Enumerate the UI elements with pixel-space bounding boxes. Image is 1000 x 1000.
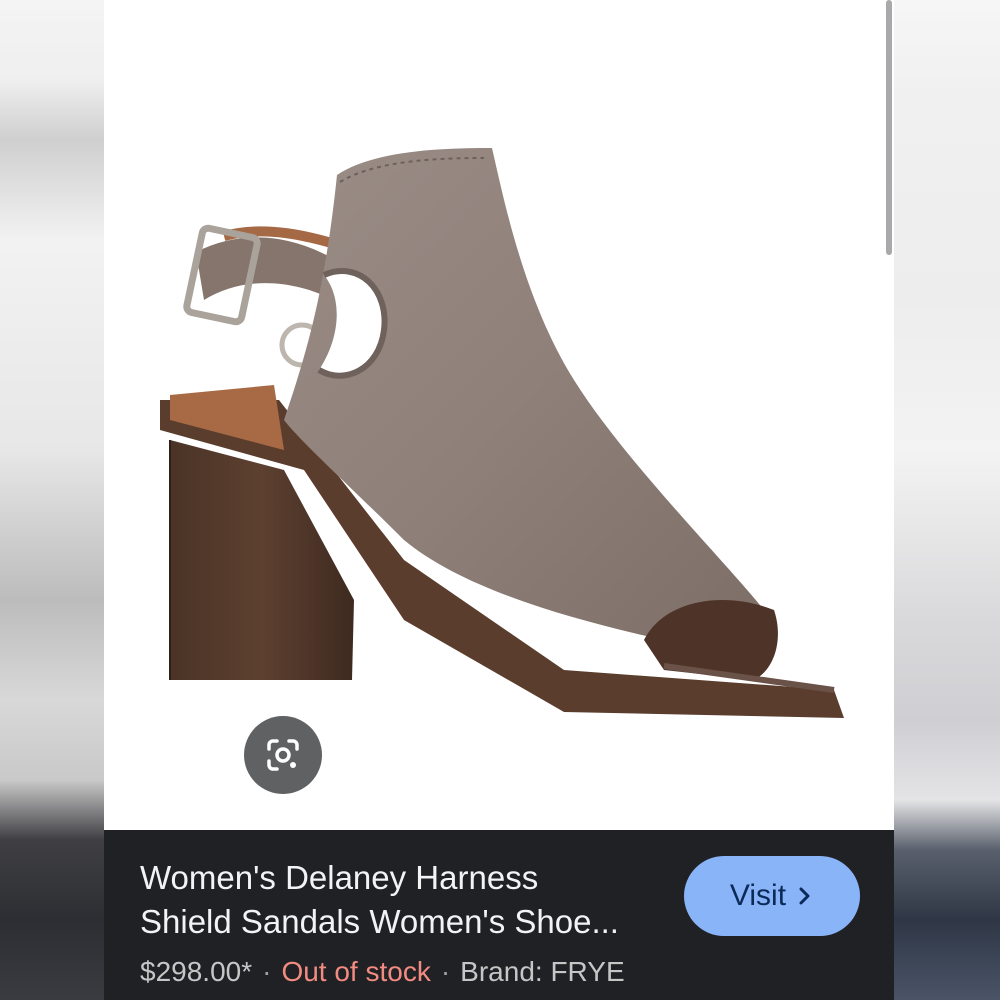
product-meta: $298.00* · Out of stock · Brand: FRYE xyxy=(140,954,625,990)
visit-button[interactable]: Visit xyxy=(684,856,860,936)
separator-dot: · xyxy=(440,956,451,987)
blurred-background-left xyxy=(0,0,104,1000)
blurred-background-right xyxy=(894,0,1000,1000)
separator-dot: · xyxy=(262,956,272,987)
scrollbar[interactable] xyxy=(886,0,892,255)
product-price: $298.00* xyxy=(140,956,253,987)
product-brand: Brand: FRYE xyxy=(460,956,625,987)
product-image[interactable] xyxy=(104,0,894,830)
google-lens-icon xyxy=(267,739,299,771)
chevron-right-icon xyxy=(799,887,810,905)
shoe-illustration xyxy=(160,148,844,718)
product-title[interactable]: Women's Delaney Harness Shield Sandals W… xyxy=(140,856,670,944)
product-info-bar: Women's Delaney Harness Shield Sandals W… xyxy=(104,830,894,1000)
stock-status: Out of stock xyxy=(281,956,431,987)
product-title-line-2: Shield Sandals Women's Shoe... xyxy=(140,903,619,940)
product-title-line-1: Women's Delaney Harness xyxy=(140,859,539,896)
visit-button-label: Visit xyxy=(729,879,787,912)
google-lens-button[interactable] xyxy=(244,716,322,794)
